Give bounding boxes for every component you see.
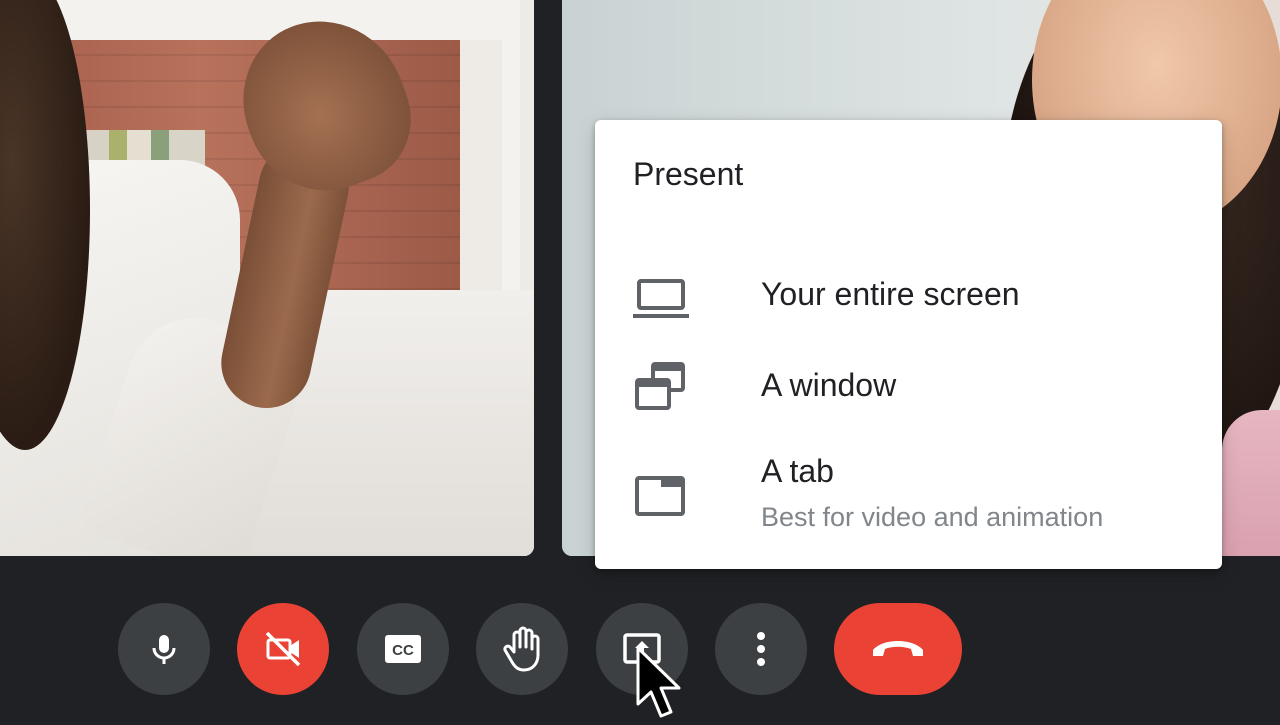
present-tab-label: A tab — [761, 453, 834, 489]
window-icon — [633, 360, 689, 416]
present-menu-title: Present — [633, 156, 744, 192]
leave-call-button[interactable] — [834, 603, 962, 695]
present-menu: Present Your entire screen A window A ta… — [595, 120, 1222, 569]
end-call-icon — [873, 641, 923, 656]
present-tab-option[interactable]: A tab Best for video and animation — [595, 450, 1222, 560]
present-window-option[interactable]: A window — [595, 350, 1222, 450]
laptop-icon — [633, 272, 689, 328]
microphone-icon — [152, 635, 176, 664]
closed-captions-icon: CC — [385, 635, 421, 663]
microphone-button[interactable] — [118, 603, 210, 695]
raise-hand-button[interactable] — [476, 603, 568, 695]
camera-toggle-button[interactable] — [237, 603, 329, 695]
more-options-button[interactable] — [715, 603, 807, 695]
present-tab-subtitle: Best for video and animation — [761, 502, 1104, 532]
present-entire-screen-label: Your entire screen — [761, 276, 1020, 312]
svg-text:CC: CC — [392, 642, 414, 659]
more-vert-icon — [757, 632, 765, 666]
camera-off-icon — [265, 631, 301, 667]
present-entire-screen-option[interactable]: Your entire screen — [595, 240, 1222, 350]
tab-icon — [633, 470, 689, 526]
mouse-cursor-icon — [636, 646, 700, 725]
captions-button[interactable]: CC — [357, 603, 449, 695]
participant-video-left — [0, 0, 534, 556]
hand-icon — [503, 626, 540, 672]
present-window-label: A window — [761, 367, 897, 403]
meeting-stage: Present Your entire screen A window A ta… — [0, 0, 1280, 720]
